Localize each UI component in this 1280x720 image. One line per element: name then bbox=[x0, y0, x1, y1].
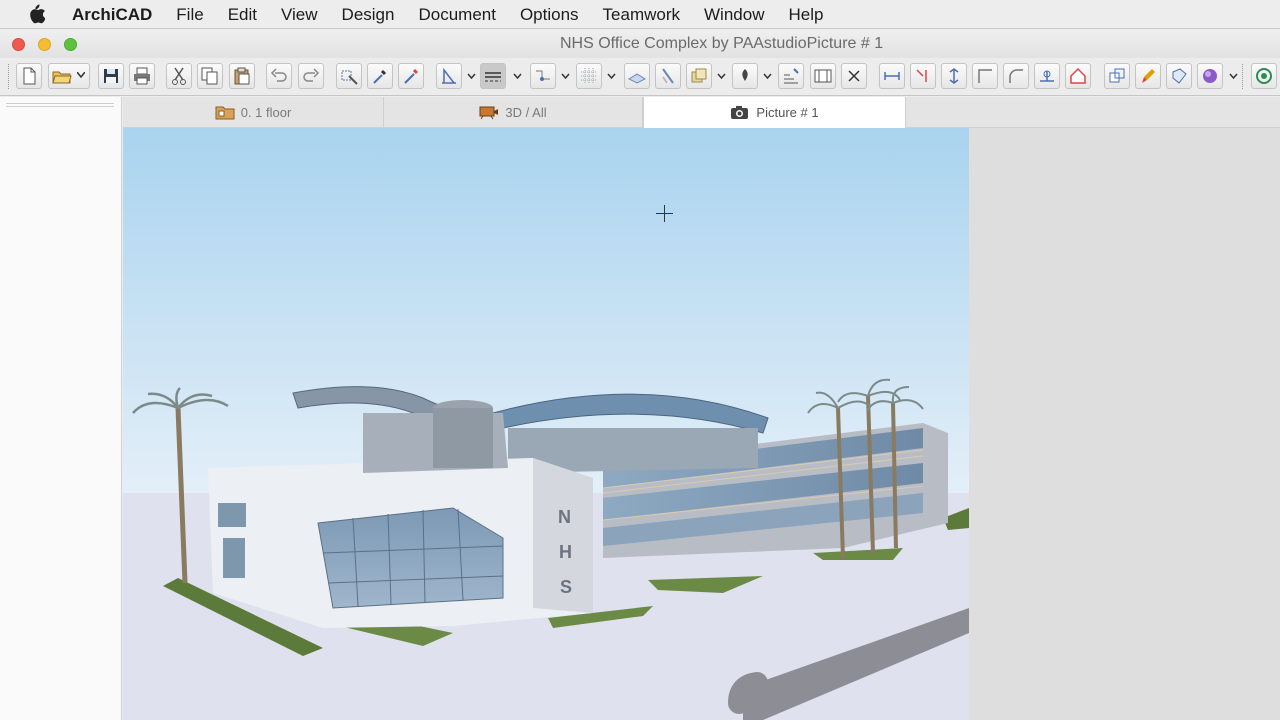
stretch-icon[interactable] bbox=[941, 63, 967, 89]
app-menu[interactable]: ArchiCAD bbox=[72, 0, 164, 29]
fillet-icon[interactable] bbox=[1003, 63, 1029, 89]
elevation-icon[interactable] bbox=[778, 63, 804, 89]
apple-icon[interactable] bbox=[0, 4, 72, 24]
zoom-button[interactable] bbox=[64, 37, 77, 51]
nhs-letter-n: N bbox=[558, 507, 571, 527]
layers-icon[interactable] bbox=[686, 63, 712, 89]
chevron-down-icon[interactable] bbox=[717, 72, 726, 81]
toolbar-grip[interactable] bbox=[8, 64, 11, 89]
roof-icon[interactable] bbox=[1065, 63, 1091, 89]
print-icon[interactable] bbox=[129, 63, 155, 89]
tab-label: 3D / All bbox=[505, 105, 547, 120]
window-title: NHS Office Complex by PAAstudioPicture #… bbox=[560, 35, 884, 52]
chevron-down-icon[interactable] bbox=[467, 72, 476, 81]
pen-icon[interactable] bbox=[732, 63, 758, 89]
minimize-button[interactable] bbox=[38, 37, 51, 51]
close-x-icon[interactable] bbox=[841, 63, 867, 89]
nhs-letter-s: S bbox=[560, 577, 572, 597]
redo-icon[interactable] bbox=[298, 63, 324, 89]
group-icon[interactable] bbox=[1104, 63, 1130, 89]
copy-icon[interactable] bbox=[197, 63, 223, 89]
line-type-icon[interactable] bbox=[480, 63, 506, 89]
toolbar-grip[interactable] bbox=[1242, 64, 1245, 89]
split-icon[interactable] bbox=[1034, 63, 1060, 89]
menu-window[interactable]: Window bbox=[692, 0, 776, 29]
render-icon[interactable] bbox=[1166, 63, 1192, 89]
view-tabs: 0. 1 floor 3D / All Picture # 1 bbox=[123, 97, 1280, 128]
chevron-down-icon[interactable] bbox=[763, 72, 772, 81]
tab-3d-view[interactable]: 3D / All bbox=[384, 97, 643, 128]
camera-icon bbox=[731, 106, 749, 119]
chevron-down-icon[interactable] bbox=[513, 72, 522, 81]
chevron-down-icon[interactable] bbox=[561, 72, 570, 81]
grid-icon[interactable] bbox=[576, 63, 602, 89]
cut-icon[interactable] bbox=[166, 63, 192, 89]
menu-file[interactable]: File bbox=[164, 0, 215, 29]
bimx-icon[interactable] bbox=[1251, 63, 1277, 89]
trace-icon[interactable] bbox=[530, 63, 556, 89]
menu-help[interactable]: Help bbox=[776, 0, 835, 29]
menu-edit[interactable]: Edit bbox=[216, 0, 269, 29]
panel-splitter[interactable] bbox=[6, 103, 114, 107]
close-button[interactable] bbox=[12, 37, 25, 51]
tab-label: Picture # 1 bbox=[756, 105, 819, 120]
snap-icon[interactable] bbox=[655, 63, 681, 89]
new-file-icon[interactable] bbox=[16, 63, 42, 89]
menu-view[interactable]: View bbox=[269, 0, 330, 29]
tab-floor-plan[interactable]: 0. 1 floor bbox=[123, 97, 384, 128]
3d-view-icon bbox=[479, 106, 499, 120]
toolbar bbox=[0, 58, 1280, 96]
gravity-icon[interactable] bbox=[436, 63, 462, 89]
floor-plan-folder-icon bbox=[215, 106, 235, 120]
align-icon[interactable] bbox=[879, 63, 905, 89]
menu-document[interactable]: Document bbox=[406, 0, 507, 29]
corner-icon[interactable] bbox=[972, 63, 998, 89]
picture-viewport[interactable]: N H S bbox=[123, 128, 969, 720]
offset-icon[interactable] bbox=[910, 63, 936, 89]
plane-icon[interactable] bbox=[624, 63, 650, 89]
tab-picture[interactable]: Picture # 1 bbox=[643, 97, 906, 128]
menu-options[interactable]: Options bbox=[508, 0, 591, 29]
eyedropper-icon[interactable] bbox=[367, 63, 393, 89]
nhs-letter-h: H bbox=[559, 542, 572, 562]
tab-label: 0. 1 floor bbox=[240, 105, 292, 120]
brush-icon[interactable] bbox=[1135, 63, 1161, 89]
open-folder-icon[interactable] bbox=[48, 63, 90, 89]
crosshair-cursor-icon bbox=[656, 205, 673, 222]
chevron-down-icon[interactable] bbox=[1229, 72, 1238, 81]
menu-design[interactable]: Design bbox=[330, 0, 407, 29]
magic-wand-icon[interactable] bbox=[336, 63, 362, 89]
paste-icon[interactable] bbox=[229, 63, 255, 89]
sphere-icon[interactable] bbox=[1197, 63, 1223, 89]
menu-bar: ArchiCAD File Edit View Design Document … bbox=[0, 0, 1280, 29]
rendered-building-image: N H S bbox=[123, 128, 969, 720]
section-icon[interactable] bbox=[810, 63, 836, 89]
menu-teamwork[interactable]: Teamwork bbox=[591, 0, 692, 29]
save-icon[interactable] bbox=[98, 63, 124, 89]
navigator-panel bbox=[0, 97, 122, 720]
undo-icon[interactable] bbox=[266, 63, 292, 89]
window-titlebar: NHS Office Complex by PAAstudioPicture #… bbox=[0, 30, 1280, 58]
chevron-down-icon[interactable] bbox=[607, 72, 616, 81]
inject-icon[interactable] bbox=[398, 63, 424, 89]
empty-canvas-area bbox=[969, 128, 1280, 720]
